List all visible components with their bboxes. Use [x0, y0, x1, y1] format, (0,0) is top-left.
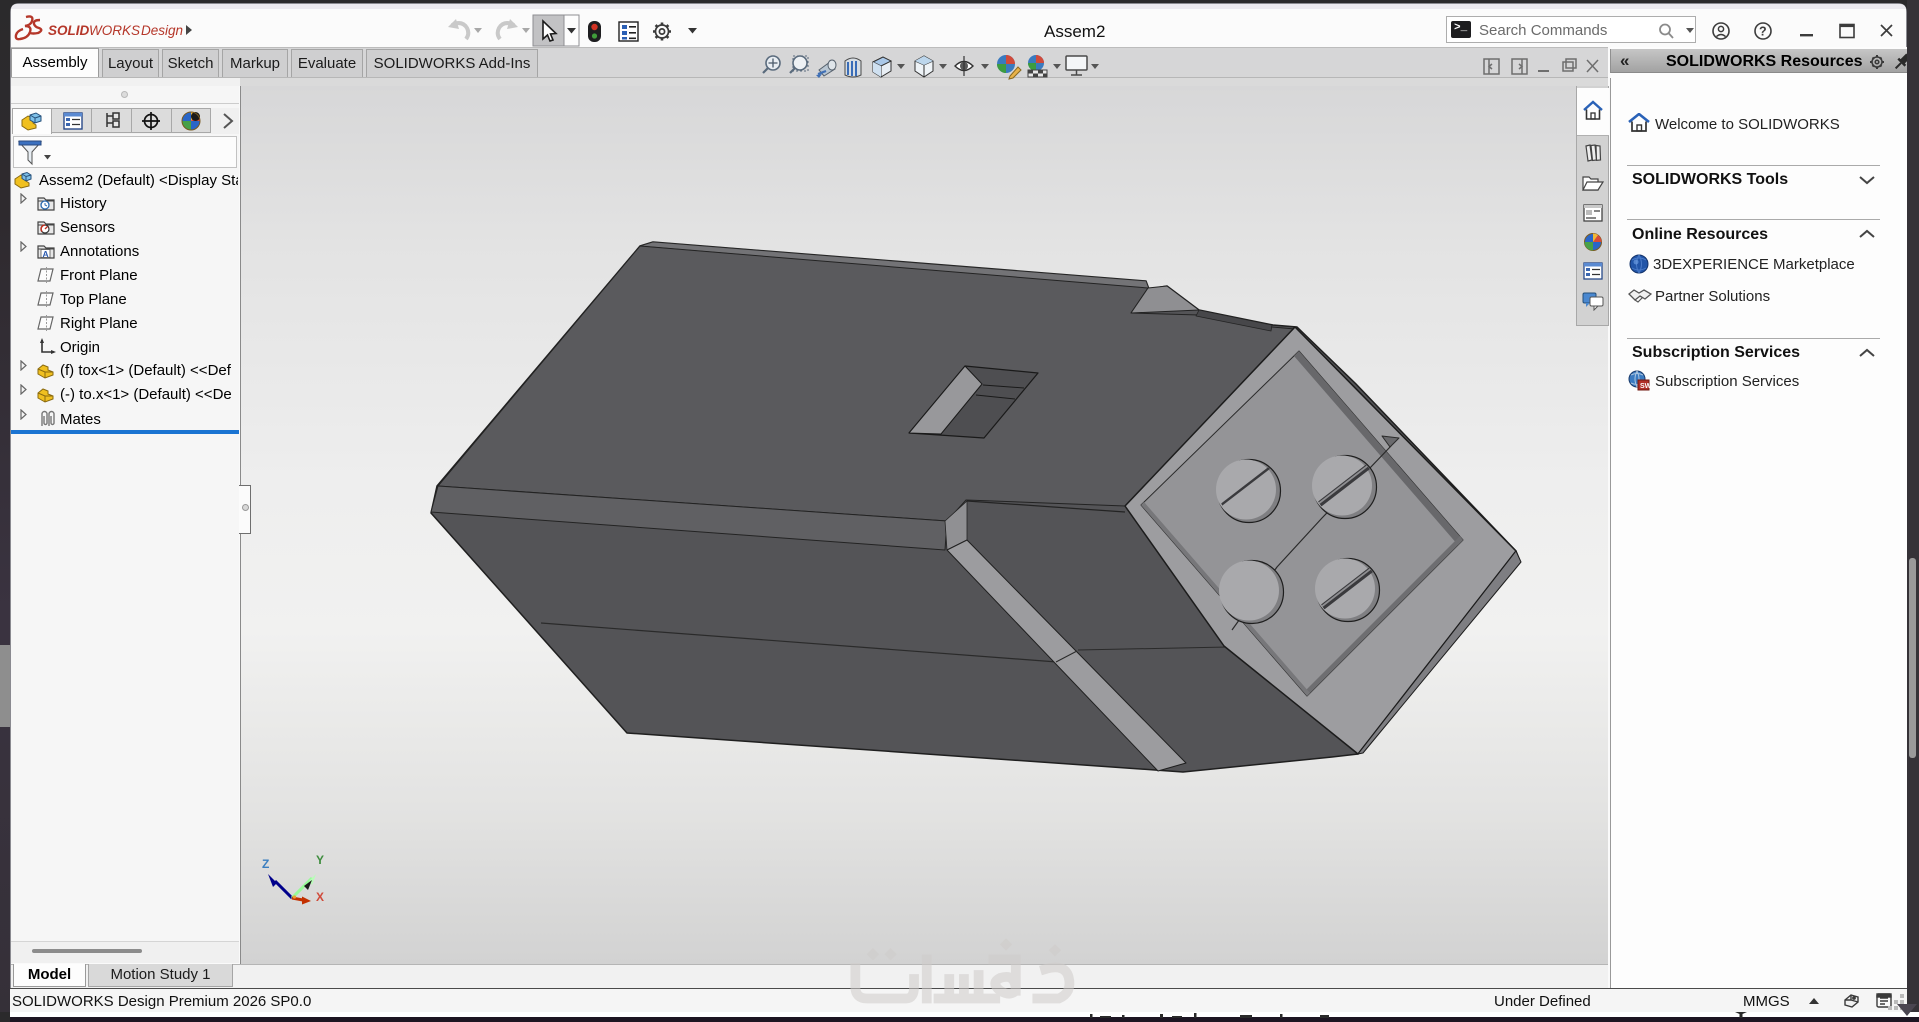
svg-text:X: X [316, 890, 324, 904]
svg-text:Design: Design [141, 23, 183, 38]
svg-text:Y: Y [316, 853, 324, 867]
svg-text:Z: Z [262, 857, 269, 871]
svg-text:WORKS: WORKS [89, 23, 140, 38]
svg-text:?: ? [1759, 25, 1767, 39]
svg-text:A: A [43, 249, 49, 259]
svg-text:SW: SW [1640, 383, 1650, 390]
svg-text:SOLID: SOLID [48, 23, 90, 38]
